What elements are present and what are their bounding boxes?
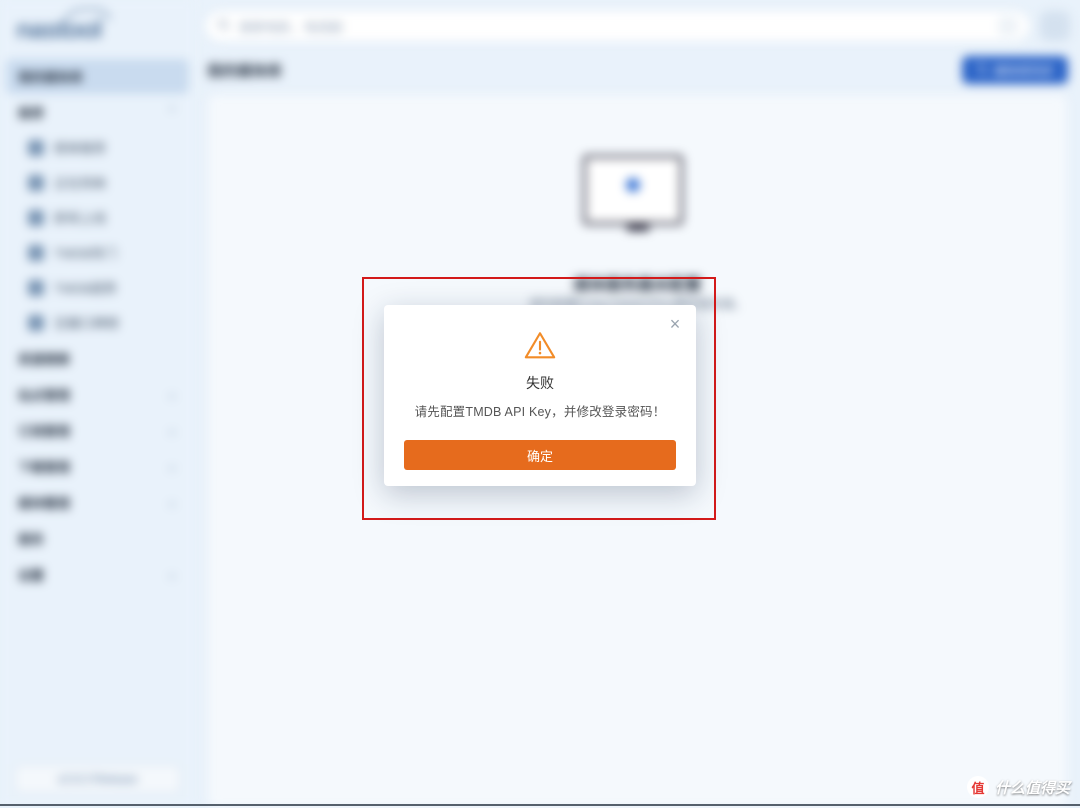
watermark-text: 什么值得买 — [995, 777, 1070, 798]
film-icon — [28, 175, 44, 191]
trend-icon — [28, 280, 44, 296]
search-icon — [217, 18, 231, 35]
user-avatar[interactable] — [1040, 11, 1070, 41]
watermark-badge: 值 — [967, 776, 989, 798]
calendar-icon — [28, 210, 44, 226]
button-label: 媒体库同步 — [994, 62, 1054, 79]
error-modal: × 失败 请先配置TMDB API Key，并修改登录密码！ 确定 — [384, 305, 696, 486]
button-label: 确定 — [527, 446, 553, 465]
warning-icon — [523, 329, 557, 363]
fire-icon — [28, 245, 44, 261]
sidebar-item-label: 正在热映 — [54, 173, 106, 192]
sidebar-item-label: TMDB趋势 — [54, 278, 117, 297]
sidebar-group-label: 订阅管理 — [18, 421, 70, 440]
chevron-up-icon: ⌃ — [167, 105, 177, 119]
watermark: 值 什么值得买 — [967, 776, 1070, 798]
page-title: 我的媒体库 — [207, 60, 282, 81]
sidebar-group-label: 站点管理 — [18, 385, 70, 404]
sidebar-item-tmdb-trending[interactable]: TMDB趋势 — [6, 270, 189, 305]
sidebar-item-now-playing[interactable]: 正在热映 — [6, 165, 189, 200]
sidebar-group-media-organize[interactable]: 媒体整理 ⌄ — [6, 484, 189, 520]
sync-library-button[interactable]: 媒体库同步 — [962, 56, 1068, 84]
chevron-down-icon: ⌄ — [167, 423, 177, 437]
sidebar: nastool 我的媒体库 推荐 ⌃ 榜单推荐 正在热映 即将上线 TMDB热门… — [0, 0, 195, 808]
sidebar-item-upcoming[interactable]: 即将上线 — [6, 200, 189, 235]
modal-ok-button[interactable]: 确定 — [404, 440, 676, 470]
sidebar-group-sites[interactable]: 站点管理 ⌄ — [6, 376, 189, 412]
sidebar-item-label: 即将上线 — [54, 208, 106, 227]
shortcut-badge — [998, 16, 1018, 36]
close-icon: × — [670, 314, 681, 335]
bottom-bar — [0, 804, 1080, 806]
sidebar-item-douban[interactable]: 豆瓣口碑榜 — [6, 305, 189, 340]
sidebar-group-label: 媒体整理 — [18, 493, 70, 512]
page-header: 我的媒体库 媒体库同步 — [195, 46, 1080, 94]
sidebar-item-label: 资源搜索 — [18, 349, 70, 368]
sidebar-item-label: 榜单推荐 — [54, 138, 106, 157]
sidebar-item-tmdb-hot[interactable]: TMDB热门 — [6, 235, 189, 270]
sidebar-item-services[interactable]: 服务 — [6, 520, 189, 556]
sidebar-footer: v2.8.3 Release — [6, 756, 189, 802]
sidebar-group-label: 设置 — [18, 565, 44, 584]
modal-close-button[interactable]: × — [664, 313, 686, 335]
star-icon — [28, 315, 44, 331]
sidebar-item-label: 服务 — [18, 529, 44, 548]
modal-message: 请先配置TMDB API Key，并修改登录密码！ — [384, 401, 696, 440]
version-label: v2.8.3 Release — [57, 772, 137, 786]
logo: nastool — [6, 6, 189, 59]
sidebar-item-my-library[interactable]: 我的媒体库 — [6, 59, 189, 94]
sidebar-item-label: TMDB热门 — [54, 243, 117, 262]
chevron-down-icon: ⌄ — [167, 495, 177, 509]
modal-title: 失败 — [384, 373, 696, 393]
sidebar-group-settings[interactable]: 设置 ⌄ — [6, 556, 189, 592]
sidebar-group-download[interactable]: 下载管理 ⌄ — [6, 448, 189, 484]
empty-title: 媒体服务器未配置 — [573, 271, 701, 295]
search-placeholder: 搜索电影、电视剧 — [239, 17, 343, 36]
version-button[interactable]: v2.8.3 Release — [14, 764, 181, 794]
sidebar-group-subscribe[interactable]: 订阅管理 ⌄ — [6, 412, 189, 448]
sidebar-item-label: 豆瓣口碑榜 — [54, 313, 119, 332]
sidebar-group-label: 推荐 — [18, 103, 44, 122]
empty-illustration — [583, 155, 693, 241]
chevron-down-icon: ⌄ — [167, 387, 177, 401]
sidebar-item-search[interactable]: 资源搜索 — [6, 340, 189, 376]
sidebar-group-recommend[interactable]: 推荐 ⌃ — [6, 94, 189, 130]
refresh-icon — [976, 63, 988, 78]
search-input[interactable]: 搜索电影、电视剧 — [205, 10, 1030, 42]
chevron-down-icon: ⌄ — [167, 567, 177, 581]
topbar: 搜索电影、电视剧 — [195, 0, 1080, 46]
sidebar-group-label: 下载管理 — [18, 457, 70, 476]
sidebar-item-label: 我的媒体库 — [18, 67, 83, 86]
chevron-down-icon: ⌄ — [167, 459, 177, 473]
sidebar-item-ranking[interactable]: 榜单推荐 — [6, 130, 189, 165]
list-icon — [28, 140, 44, 156]
